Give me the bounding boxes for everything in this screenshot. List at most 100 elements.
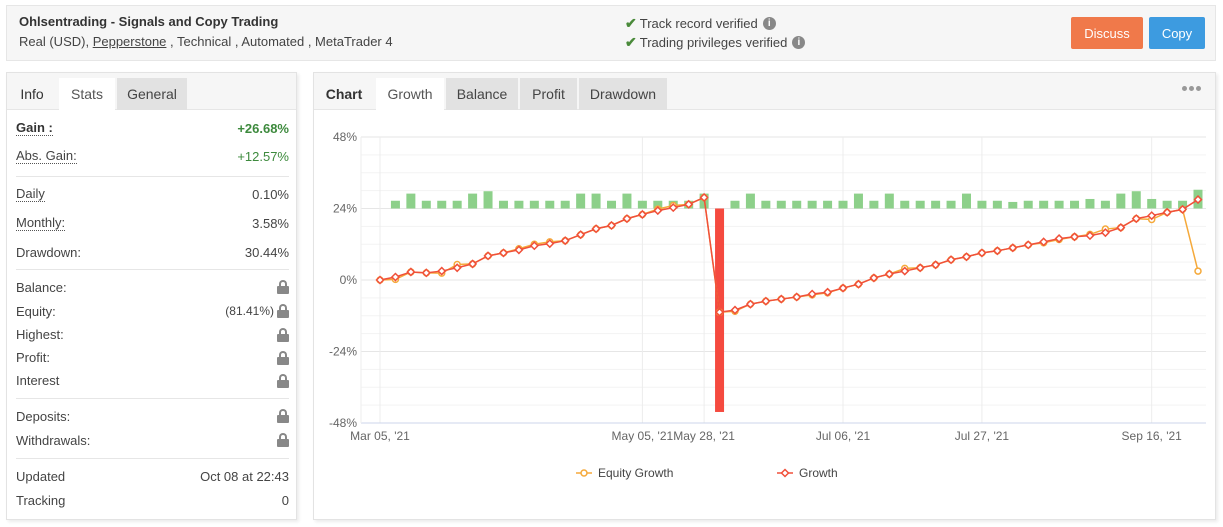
bar — [607, 200, 617, 209]
abs-gain-label[interactable]: Abs. Gain: — [16, 148, 77, 164]
info-icon[interactable]: i — [762, 17, 776, 30]
bar — [529, 200, 539, 209]
bar — [1008, 201, 1018, 209]
abs-gain-row: Abs. Gain: +12.57% — [16, 142, 289, 170]
divider — [16, 176, 289, 177]
copy-button[interactable]: Copy — [1149, 17, 1205, 49]
stats-panel: Info Stats General Gain : +26.68% Abs. G… — [6, 72, 297, 520]
discuss-button[interactable]: Discuss — [1071, 17, 1143, 49]
broker-link[interactable]: Pepperstone — [93, 34, 167, 49]
bar — [792, 200, 802, 209]
drawdown-row: Drawdown: 30.44% — [16, 238, 289, 266]
bar — [483, 191, 493, 209]
y-tick-label: -48% — [329, 416, 357, 430]
balance-label: Balance: — [16, 279, 67, 295]
bar — [545, 200, 555, 209]
tab-drawdown[interactable]: Drawdown — [579, 78, 667, 110]
tracking-value: 0 — [281, 492, 289, 508]
bar — [637, 200, 647, 209]
withdrawals-row: Withdrawals: — [16, 428, 289, 452]
bar — [807, 200, 817, 209]
bar — [730, 200, 740, 209]
lock-icon — [277, 304, 289, 318]
daily-label[interactable]: Daily — [16, 187, 45, 202]
drawdown-value: 30.44% — [244, 244, 289, 260]
bar — [838, 200, 848, 209]
bar — [884, 193, 894, 209]
bar — [1100, 200, 1110, 209]
bar — [761, 200, 771, 209]
equity-label: Equity: — [16, 303, 56, 319]
account-type: Real (USD), — [19, 34, 93, 49]
bar — [576, 193, 586, 209]
abs-gain-value: +12.57% — [237, 148, 289, 164]
monthly-value: 3.58% — [252, 216, 289, 231]
bar — [437, 200, 447, 209]
profit-label: Profit: — [16, 350, 50, 365]
verify-label: Track record verified — [639, 16, 758, 31]
lock-icon — [277, 350, 289, 365]
tab-info[interactable]: Info — [7, 78, 57, 110]
bar — [498, 200, 508, 209]
y-tick-label: 0% — [340, 273, 358, 287]
bar — [853, 193, 863, 209]
equity-row: Equity: (81.41%) — [16, 299, 289, 323]
lock-icon — [277, 280, 289, 294]
bar — [823, 200, 833, 209]
bar — [560, 200, 570, 209]
legend-label: Growth — [799, 466, 838, 480]
account-tags: , Technical , Automated , MetaTrader 4 — [166, 34, 393, 49]
lock-icon — [277, 327, 289, 342]
equity-value: (81.41%) — [225, 304, 274, 318]
y-tick-label: 48% — [333, 130, 357, 144]
bar — [900, 200, 910, 209]
bar — [452, 200, 462, 209]
daily-value: 0.10% — [252, 187, 289, 202]
drawdown-label: Drawdown: — [16, 244, 82, 260]
info-icon[interactable]: i — [792, 36, 806, 49]
gain-label[interactable]: Gain : — [16, 120, 53, 136]
verify-label: Trading privileges verified — [639, 35, 788, 50]
balance-row: Balance: — [16, 275, 289, 299]
bar — [622, 193, 632, 209]
bar — [977, 200, 987, 209]
tracking-row: Tracking 0 — [16, 488, 289, 512]
legend-growth: Growth — [777, 466, 838, 480]
bar — [1131, 191, 1141, 209]
bar — [915, 200, 925, 209]
bar — [421, 200, 431, 209]
tab-general[interactable]: General — [117, 78, 187, 110]
check-icon: ✔ — [625, 34, 637, 50]
bar — [1039, 200, 1049, 209]
trading-privileges-verified: ✔ Trading privileges verified i — [625, 34, 806, 51]
account-details: Real (USD), Pepperstone , Technical , Au… — [19, 34, 393, 49]
y-axis: 48% 24% 0% -24% -48% — [329, 130, 357, 430]
legend-marker — [580, 469, 588, 477]
track-record-verified: ✔ Track record verified i — [625, 15, 776, 32]
divider — [16, 398, 289, 399]
gain-value: +26.68% — [237, 120, 289, 136]
bar — [1147, 198, 1157, 209]
bar — [1162, 200, 1172, 209]
x-tick-label: Jul 06, '21 — [816, 429, 871, 443]
interest-label: Interest — [16, 373, 60, 388]
bar — [961, 193, 971, 209]
tab-chart: Chart — [325, 86, 363, 102]
withdrawals-label: Withdrawals: — [16, 432, 91, 448]
more-dots-icon[interactable] — [1182, 86, 1201, 91]
bar — [1054, 200, 1064, 209]
y-tick-label: 24% — [333, 202, 357, 216]
bar — [1085, 198, 1095, 209]
tab-balance[interactable]: Balance — [446, 78, 518, 110]
tab-growth[interactable]: Growth — [376, 78, 444, 110]
interest-row: Interest — [16, 369, 289, 392]
bar — [992, 200, 1002, 209]
equity-value-group: (81.41%) — [225, 304, 289, 318]
monthly-label[interactable]: Monthly: — [16, 216, 66, 231]
bar — [1070, 200, 1080, 209]
legend-equity-growth: Equity Growth — [576, 466, 673, 480]
tab-stats[interactable]: Stats — [59, 78, 115, 110]
divider — [16, 269, 289, 270]
tab-profit[interactable]: Profit — [520, 78, 577, 110]
x-tick-label: Mar 05, '21 — [350, 429, 410, 443]
